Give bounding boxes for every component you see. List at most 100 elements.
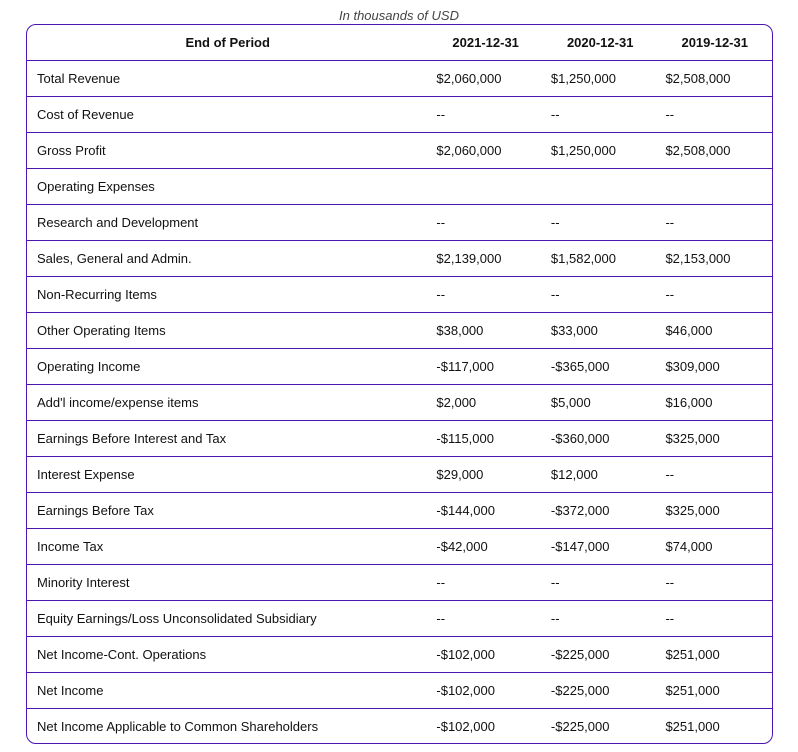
row-value-period-1: -- (428, 204, 543, 241)
row-label: Operating Income (27, 348, 429, 385)
row-value-period-2: $12,000 (542, 456, 658, 493)
row-value-period-3: $325,000 (657, 420, 772, 457)
table-row: Net Income Applicable to Common Sharehol… (27, 709, 772, 744)
row-label: Interest Expense (27, 456, 429, 493)
table-row: Income Tax -$42,000 -$147,000 $74,000 (27, 528, 772, 565)
row-label: Other Operating Items (27, 312, 429, 349)
row-label: Total Revenue (27, 60, 429, 97)
row-value-period-2: -$225,000 (542, 672, 658, 709)
row-value-period-1: -- (428, 96, 543, 133)
row-value-period-1: -$117,000 (428, 348, 543, 385)
row-label: Earnings Before Tax (27, 492, 429, 529)
table-row: Earnings Before Tax -$144,000 -$372,000 $32… (27, 492, 772, 529)
row-value-period-1: -$42,000 (428, 528, 543, 565)
row-value-period-1: -- (428, 564, 543, 601)
table-row: Minority Interest -- -- -- (27, 564, 772, 601)
row-value-period-3: -- (657, 600, 772, 637)
table-row: Sales, General and Admin. $2,139,000 $1,58… (27, 240, 772, 277)
row-value-period-2: -- (542, 600, 658, 637)
row-value-period-1: -$115,000 (428, 420, 543, 457)
row-label: Sales, General and Admin. (27, 240, 429, 277)
column-header-period-1: 2021-12-31 (428, 25, 543, 61)
row-value-period-3: $251,000 (657, 636, 772, 673)
row-value-period-3: $251,000 (657, 672, 772, 709)
row-value-period-2: -- (542, 276, 658, 313)
row-label: Equity Earnings/Loss Unconsolidated Subs… (27, 600, 429, 637)
row-value-period-3: -- (657, 96, 772, 133)
row-value-period-1: -$102,000 (428, 636, 543, 673)
column-header-label: End of Period (27, 25, 429, 61)
row-value-period-1: $29,000 (428, 456, 543, 493)
table-row: Other Operating Items $38,000 $33,000 $46,0… (27, 312, 772, 349)
row-value-period-3: $309,000 (657, 348, 772, 385)
row-label: Minority Interest (27, 564, 429, 601)
row-value-period-2: -$360,000 (542, 420, 658, 457)
row-value-period-2: -$225,000 (542, 636, 658, 673)
row-value-period-3: $325,000 (657, 492, 772, 529)
row-value-period-1: -$102,000 (428, 672, 543, 709)
row-label: Net Income-Cont. Operations (27, 636, 429, 673)
row-value-period-2: $33,000 (542, 312, 658, 349)
row-value-period-2 (542, 168, 658, 205)
row-value-period-3: $74,000 (657, 528, 772, 565)
table-row: Earnings Before Interest and Tax -$115,00… (27, 420, 772, 457)
row-value-period-3 (657, 168, 772, 205)
row-value-period-3: $46,000 (657, 312, 772, 349)
row-value-period-1: $2,060,000 (428, 132, 543, 169)
table-row: Add'l income/expense items $2,000 $5,000 $1… (27, 384, 772, 421)
table-row: Equity Earnings/Loss Unconsolidated Subs… (27, 600, 772, 637)
table-row: Cost of Revenue -- -- -- (27, 96, 772, 133)
row-label: Net Income Applicable to Common Sharehol… (37, 719, 319, 734)
table-row: Research and Development -- -- -- (27, 204, 772, 241)
row-value-period-3: -- (657, 456, 772, 493)
row-value-period-2: -$372,000 (542, 492, 658, 529)
column-header-period-2: 2020-12-31 (542, 25, 658, 61)
row-value-period-1: $2,060,000 (428, 60, 543, 97)
row-label: Add'l income/expense items (27, 384, 429, 421)
income-statement-table: End of Period 2021-12-31 2020-12-31 2019… (26, 24, 773, 744)
row-label: Non-Recurring Items (27, 276, 429, 313)
row-label: Research and Development (27, 204, 429, 241)
table-row: Net Income-Cont. Operations -$102,000 -$22… (27, 636, 772, 673)
table-row: Operating Income -$117,000 -$365,000 $309,0… (27, 348, 772, 385)
row-label: Earnings Before Interest and Tax (27, 420, 429, 457)
table-caption: In thousands of USD (339, 8, 459, 23)
row-value-period-1: $2,139,000 (428, 240, 543, 277)
row-value-period-1: -$144,000 (428, 492, 543, 529)
table-row: Operating Expenses (27, 168, 772, 205)
row-label: Cost of Revenue (27, 96, 429, 133)
column-header-period-3: 2019-12-31 (657, 25, 772, 61)
row-value-period-3: -- (657, 564, 772, 601)
row-value-period-3: $251,000 (665, 719, 720, 734)
header-row: End of Period 2021-12-31 2020-12-31 2019… (27, 25, 772, 61)
table-row: Gross Profit $2,060,000 $1,250,000 $2,508,0… (27, 132, 772, 169)
table-row: Total Revenue $2,060,000 $1,250,000 $2,508,… (27, 60, 772, 97)
row-value-period-2: -- (542, 204, 658, 241)
row-value-period-2: -- (542, 96, 658, 133)
row-value-period-2: -$225,000 (550, 719, 610, 734)
row-value-period-3: $16,000 (657, 384, 772, 421)
row-value-period-2: -$365,000 (542, 348, 658, 385)
row-value-period-3: $2,508,000 (657, 132, 772, 169)
row-value-period-2: $5,000 (542, 384, 658, 421)
row-value-period-2: $1,250,000 (542, 60, 658, 97)
row-value-period-2: $1,250,000 (542, 132, 658, 169)
row-label: Net Income (27, 672, 429, 709)
row-value-period-2: -- (542, 564, 658, 601)
table-row: Net Income -$102,000 -$225,000 $251,000 (27, 672, 772, 709)
row-value-period-3: $2,153,000 (657, 240, 772, 277)
row-value-period-2: $1,582,000 (542, 240, 658, 277)
table-body: Total Revenue $2,060,000 $1,250,000 $2,508,… (27, 60, 772, 744)
row-label: Gross Profit (27, 132, 429, 169)
financial-table: End of Period 2021-12-31 2020-12-31 2019… (27, 25, 772, 744)
row-value-period-1: -- (428, 600, 543, 637)
row-value-period-3: $2,508,000 (657, 60, 772, 97)
row-value-period-1: -- (428, 276, 543, 313)
row-value-period-3: -- (657, 276, 772, 313)
row-value-period-1: $2,000 (428, 384, 543, 421)
row-value-period-1: -$102,000 (436, 719, 495, 734)
table-row: Interest Expense $29,000 $12,000 -- (27, 456, 772, 493)
row-label: Operating Expenses (27, 168, 429, 205)
row-label: Income Tax (27, 528, 429, 565)
row-value-period-1 (428, 168, 543, 205)
